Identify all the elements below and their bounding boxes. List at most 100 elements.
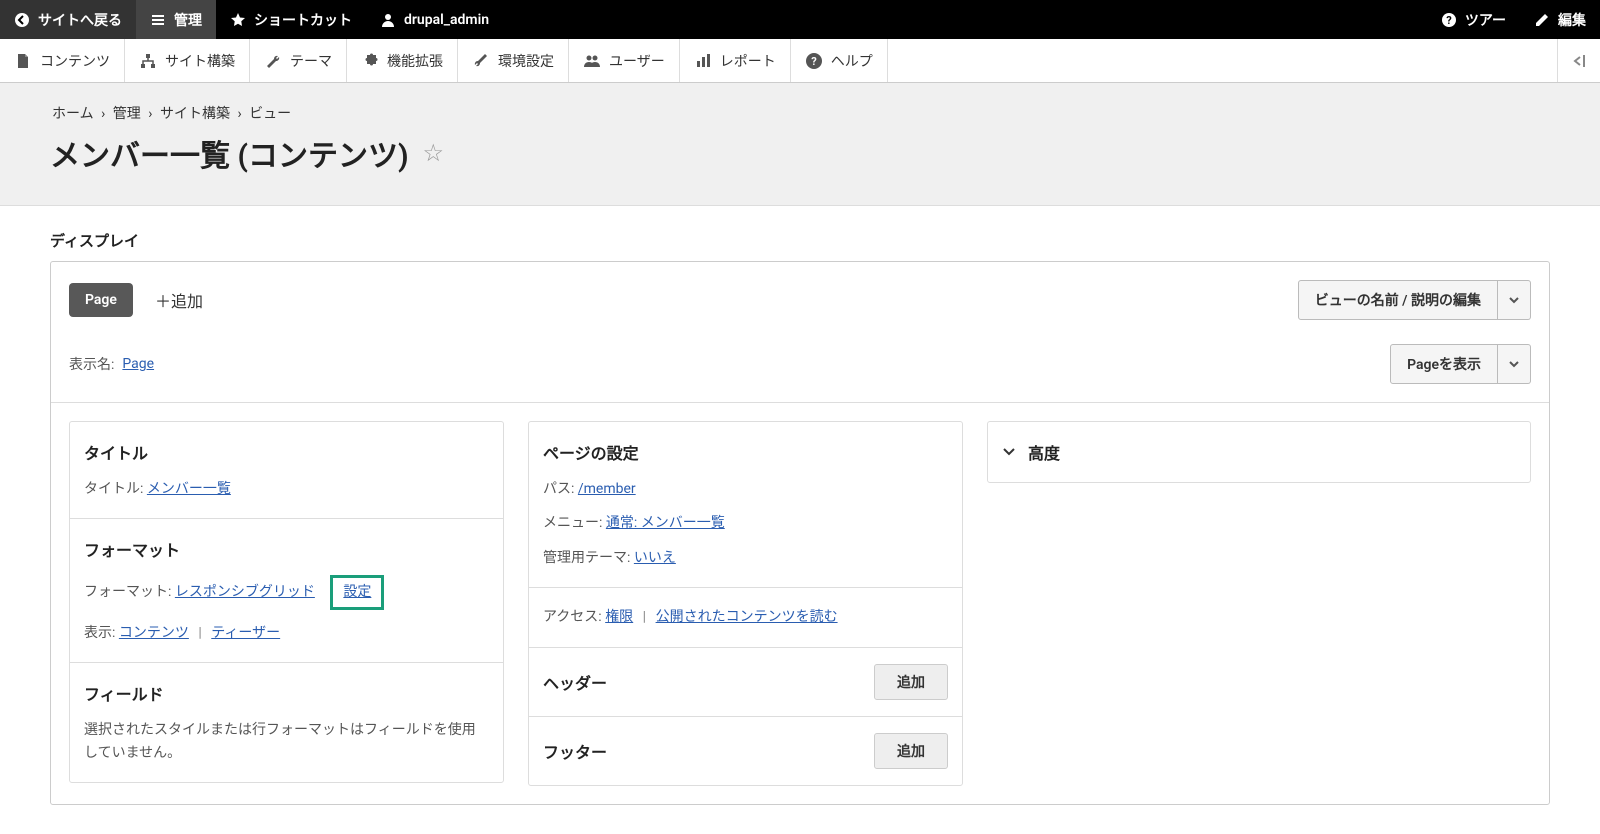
content-region: ディスプレイ Page ＋追加 ビューの名前 / 説明の編集 表示名: Page…	[0, 206, 1600, 829]
format-settings-link[interactable]: 設定	[343, 584, 371, 600]
footer-add-button[interactable]: 追加	[874, 733, 948, 769]
breadcrumb-sep: ›	[101, 106, 105, 122]
nav-structure[interactable]: サイト構築	[125, 39, 250, 82]
wrench-icon	[264, 52, 282, 70]
path-link[interactable]: /member	[578, 481, 636, 497]
nav-help[interactable]: ? ヘルプ	[791, 39, 888, 82]
edit-button[interactable]: 編集	[1520, 0, 1600, 39]
shortcuts-label: ショートカット	[254, 10, 352, 30]
nav-appearance[interactable]: テーマ	[250, 39, 347, 82]
view-page-label[interactable]: Pageを表示	[1390, 344, 1498, 384]
pencil-icon	[1534, 12, 1550, 28]
fields-heading: フィールド	[84, 681, 489, 705]
wrench2-icon	[472, 52, 490, 70]
chevron-down-icon	[1508, 294, 1520, 306]
admin-theme-link[interactable]: いいえ	[634, 550, 676, 566]
breadcrumb-structure[interactable]: サイト構築	[160, 106, 230, 122]
nav-config[interactable]: 環境設定	[458, 39, 569, 82]
edit-view-name-button[interactable]: ビューの名前 / 説明の編集	[1298, 280, 1531, 320]
manage-toggle[interactable]: 管理	[136, 0, 216, 39]
nav-people-label: ユーザー	[609, 51, 665, 71]
nav-help-label: ヘルプ	[831, 51, 873, 71]
star-icon	[230, 12, 246, 28]
nav-extend-label: 機能拡張	[387, 51, 443, 71]
nav-people[interactable]: ユーザー	[569, 39, 680, 82]
nav-structure-label: サイト構築	[165, 51, 235, 71]
column-second: ページの設定 パス: /member メニュー: 通常: メンバー一覧 管理用テ…	[528, 421, 963, 786]
title-label: タイトル:	[84, 481, 143, 497]
header-add-button[interactable]: 追加	[874, 664, 948, 700]
title-value-link[interactable]: メンバー一覧	[147, 481, 231, 497]
user-label: drupal_admin	[404, 12, 489, 28]
display-name-row: 表示名: Page Pageを表示	[51, 334, 1549, 403]
breadcrumb-sep: ›	[148, 106, 152, 122]
admin-toolbar: サイトへ戻る 管理 ショートカット drupal_admin ? ツアー	[0, 0, 1600, 39]
separator: |	[198, 625, 201, 641]
tour-button[interactable]: ? ツアー	[1427, 0, 1520, 39]
displays-box: Page ＋追加 ビューの名前 / 説明の編集 表示名: Page Pageを表…	[50, 261, 1550, 805]
collapse-icon	[1570, 52, 1588, 70]
access-link[interactable]: 権限	[605, 609, 633, 625]
breadcrumb-home[interactable]: ホーム	[52, 106, 94, 122]
breadcrumb-admin[interactable]: 管理	[113, 106, 141, 122]
favorite-star-icon[interactable]: ☆	[422, 139, 444, 167]
nav-appearance-label: テーマ	[290, 51, 332, 71]
nav-reports-label: レポート	[720, 51, 776, 71]
show-label: 表示:	[84, 625, 115, 641]
toolbar-collapse[interactable]	[1557, 39, 1600, 82]
tab-page[interactable]: Page	[69, 283, 133, 317]
view-page-caret[interactable]	[1498, 344, 1531, 384]
sitemap-icon	[139, 52, 157, 70]
format-heading: フォーマット	[84, 537, 489, 561]
nav-extend[interactable]: 機能拡張	[347, 39, 458, 82]
edit-view-name-caret[interactable]	[1498, 280, 1531, 320]
column-third: 高度	[987, 421, 1531, 483]
settings-columns: タイトル タイトル: メンバー一覧 フォーマット フォーマット: レスポンシブグ…	[51, 403, 1549, 804]
column-first: タイトル タイトル: メンバー一覧 フォーマット フォーマット: レスポンシブグ…	[69, 421, 504, 783]
svg-text:?: ?	[811, 55, 817, 68]
format-settings-highlight: 設定	[330, 575, 384, 609]
advanced-label: 高度	[1028, 440, 1060, 464]
admin-theme-label: 管理用テーマ:	[543, 550, 630, 566]
help-icon: ?	[805, 52, 823, 70]
show-value-link[interactable]: コンテンツ	[119, 625, 189, 641]
breadcrumb-views[interactable]: ビュー	[249, 106, 291, 122]
section-title: タイトル タイトル: メンバー一覧	[70, 422, 503, 519]
svg-text:?: ?	[1446, 14, 1452, 27]
view-page-button[interactable]: Pageを表示	[1390, 344, 1531, 384]
arrow-left-circle-icon	[14, 12, 30, 28]
nav-config-label: 環境設定	[498, 51, 554, 71]
hamburger-icon	[150, 12, 166, 28]
add-display-button[interactable]: ＋追加	[155, 288, 203, 312]
displays-tabs: Page ＋追加 ビューの名前 / 説明の編集	[51, 262, 1549, 334]
title-heading: タイトル	[84, 440, 489, 464]
path-label: パス:	[543, 481, 574, 497]
breadcrumb-sep: ›	[237, 106, 241, 122]
shortcuts-toggle[interactable]: ショートカット	[216, 0, 366, 39]
puzzle-icon	[361, 52, 379, 70]
display-name-label: 表示名:	[69, 354, 114, 374]
nav-content[interactable]: コンテンツ	[0, 39, 125, 82]
display-name-link[interactable]: Page	[122, 356, 154, 372]
section-access: アクセス: 権限 | 公開されたコンテンツを読む	[529, 588, 962, 647]
edit-label: 編集	[1558, 10, 1586, 30]
advanced-toggle[interactable]: 高度	[988, 422, 1530, 482]
page-header: ホーム › 管理 › サイト構築 › ビュー メンバー一覧 (コンテンツ) ☆	[0, 83, 1600, 206]
bar-chart-icon	[694, 52, 712, 70]
access-perm-link[interactable]: 公開されたコンテンツを読む	[656, 609, 838, 625]
format-label: フォーマット:	[84, 584, 171, 600]
edit-view-name-label[interactable]: ビューの名前 / 説明の編集	[1298, 280, 1498, 320]
section-page-settings: ページの設定 パス: /member メニュー: 通常: メンバー一覧 管理用テ…	[529, 422, 962, 588]
menu-label: メニュー:	[543, 515, 602, 531]
menu-link[interactable]: 通常: メンバー一覧	[606, 515, 725, 531]
nav-reports[interactable]: レポート	[680, 39, 791, 82]
section-fields: フィールド 選択されたスタイルまたは行フォーマットはフィールドを使用していません…	[70, 663, 503, 782]
section-header: ヘッダー 追加	[529, 648, 962, 717]
format-value-link[interactable]: レスポンシブグリッド	[175, 584, 315, 600]
show-teaser-link[interactable]: ティーザー	[211, 625, 280, 641]
user-icon	[380, 12, 396, 28]
back-to-site[interactable]: サイトへ戻る	[0, 0, 136, 39]
tour-label: ツアー	[1465, 10, 1506, 30]
user-menu[interactable]: drupal_admin	[366, 0, 503, 39]
back-to-site-label: サイトへ戻る	[38, 10, 122, 30]
